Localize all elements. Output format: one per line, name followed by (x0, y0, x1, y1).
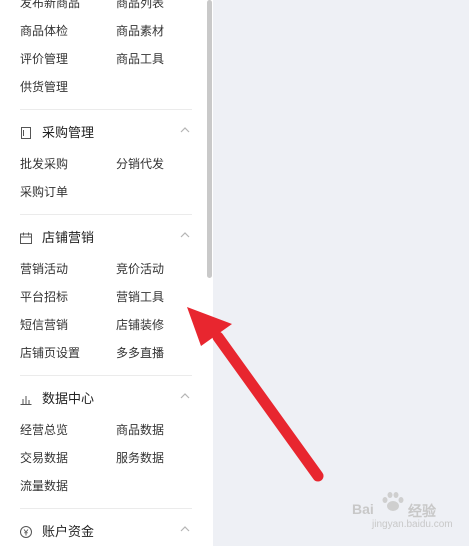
paw-logo-icon (382, 492, 404, 511)
watermark-url: jingyan.baidu.com (372, 519, 453, 530)
annotation-arrow (187, 307, 324, 482)
watermark-brand2: 经验 (408, 503, 436, 519)
baidu-jingyan-watermark: Bai 经验 jingyan.baidu.com (352, 492, 464, 530)
watermark-brand: Bai (352, 501, 374, 517)
